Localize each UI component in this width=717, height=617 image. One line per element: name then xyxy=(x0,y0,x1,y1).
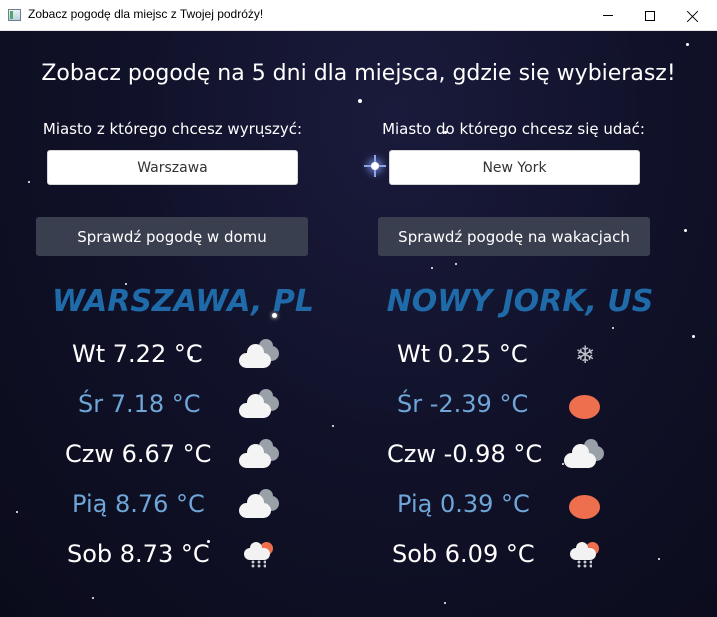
sun-icon xyxy=(564,392,608,422)
star xyxy=(444,602,446,604)
to-city-input[interactable] xyxy=(389,150,640,185)
maximize-icon xyxy=(645,10,655,21)
forecast-day-text: Pią 8.76 °C xyxy=(72,490,205,518)
forecast-day-text: Pią 0.39 °C xyxy=(397,490,530,518)
cloud-icon xyxy=(237,339,281,372)
cloud-icon xyxy=(237,489,281,522)
from-city-input[interactable] xyxy=(47,150,298,185)
close-button[interactable] xyxy=(670,0,716,31)
rain-sun-icon xyxy=(238,540,282,570)
star xyxy=(358,99,362,103)
home-city-name: WARSZAWA, PL xyxy=(51,284,315,319)
snowflake-icon: ❄ xyxy=(575,341,596,369)
starry-background xyxy=(0,31,717,617)
close-icon xyxy=(687,10,699,22)
star xyxy=(28,181,30,183)
star xyxy=(686,43,689,46)
from-city-label: Miasto z którego chcesz wyruszyć: xyxy=(42,120,303,138)
forecast-day-text: Wt 0.25 °C xyxy=(397,340,528,368)
cloud-icon xyxy=(237,439,281,472)
minimize-icon xyxy=(603,15,613,16)
title-bar: Zobacz pogodę dla miejsc z Twojej podróż… xyxy=(0,0,717,31)
app-icon xyxy=(8,9,21,21)
window-title: Zobacz pogodę dla miejsc z Twojej podróż… xyxy=(28,7,264,21)
star xyxy=(431,267,433,269)
rain-sun-icon xyxy=(564,540,608,570)
star xyxy=(92,597,94,599)
cloud-icon xyxy=(562,439,606,472)
bright-star-core xyxy=(371,162,379,170)
maximize-button[interactable] xyxy=(627,0,673,31)
page-heading: Zobacz pogodę na 5 dni dla miejsca, gdzi… xyxy=(41,61,676,86)
forecast-day-text: Wt 7.22 °C xyxy=(72,340,203,368)
star xyxy=(455,263,457,265)
check-vacation-weather-button[interactable]: Sprawdź pogodę na wakacjach xyxy=(378,217,650,256)
star xyxy=(612,327,614,329)
forecast-day-text: Czw 6.67 °C xyxy=(65,440,212,468)
forecast-day-text: Sob 6.09 °C xyxy=(392,540,535,568)
star xyxy=(684,229,687,232)
cloud-icon xyxy=(237,389,281,422)
forecast-day-text: Śr 7.18 °C xyxy=(78,390,201,418)
star xyxy=(692,335,695,338)
forecast-day-text: Sob 8.73 °C xyxy=(67,540,210,568)
forecast-day-text: Czw -0.98 °C xyxy=(387,440,543,468)
check-home-weather-button[interactable]: Sprawdź pogodę w domu xyxy=(36,217,308,256)
sun-icon xyxy=(564,492,608,522)
star xyxy=(658,558,660,560)
forecast-day-text: Śr -2.39 °C xyxy=(397,390,529,418)
star xyxy=(16,511,18,513)
vacation-city-name: NOWY JORK, US xyxy=(386,284,654,319)
to-city-label: Miasto do którego chcesz się udać: xyxy=(382,120,645,138)
star xyxy=(332,425,334,427)
minimize-button[interactable] xyxy=(585,0,631,31)
